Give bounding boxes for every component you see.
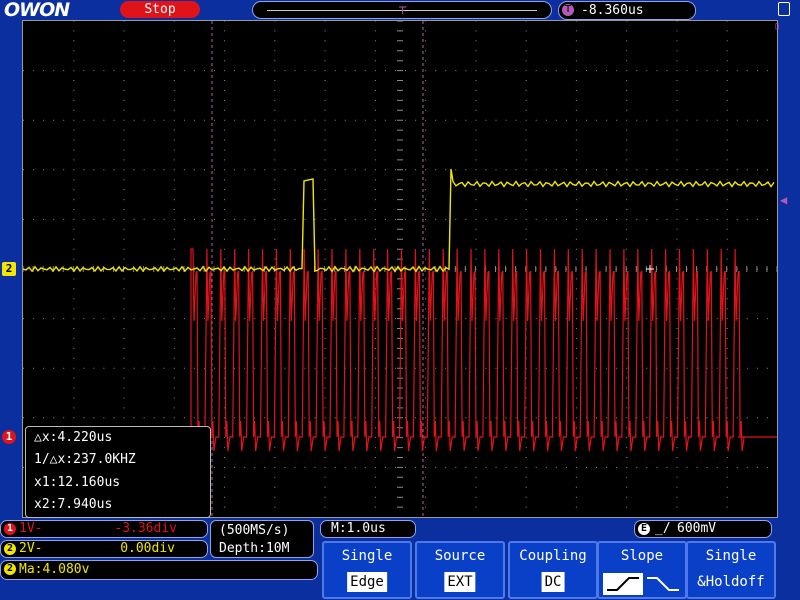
top-status-bar: OWON Stop ┬ T -8.360us [0,0,800,20]
trigger-status[interactable]: E _/ 600mV [634,520,772,538]
run-status-badge[interactable]: Stop [120,1,200,18]
memory-position-bar: ┬ [252,1,552,19]
ch1-position-marker[interactable]: 1 [2,430,16,444]
slope-rising-falling-icon [603,573,679,595]
trigger-position-readout: T -8.360us [558,1,696,20]
softkey-coupling-title: Coupling [519,548,587,564]
owon-logo: OWON [4,0,70,21]
ch2-status[interactable]: 2 2V- 0.00div [0,540,208,558]
ch1-offset: -3.36div [114,521,177,536]
softkey-trigger-mode-value: Edge [347,572,387,592]
softkey-coupling-value: DC [541,572,565,592]
center-crosshair [646,265,654,273]
trigger-top-marker-icon: ▯ [774,21,781,32]
ch1-scale: 1V- [19,521,43,536]
trigger-time-icon: T [562,4,574,16]
ch2-badge: 2 [4,543,16,555]
math-badge: 2 [4,563,16,575]
cursor-x2: x2:7.940us [34,497,113,512]
softkey-holdoff-title: Single [705,548,757,564]
cursor-x1: x1:12.160us [34,475,121,490]
ch2-position-marker[interactable]: 2 [2,262,16,276]
record-depth: Depth:10M [219,541,290,556]
timebase-status[interactable]: M:1.0us [320,520,416,538]
softkey-trigger-mode[interactable]: Single Edge [322,541,412,599]
softkey-source-title: Source [434,548,486,564]
math-status[interactable]: 2 Ma:4.080v [0,560,318,580]
trigger-point-marker-icon: ┬ [399,0,407,14]
cursor-delta-x: △x:4.220us [34,430,113,445]
trigger-source-badge: E [638,523,650,535]
softkey-holdoff[interactable]: Single &Holdoff [686,541,776,599]
trigger-position-value: -8.360us [581,3,644,18]
softkey-slope-title: Slope [620,548,664,564]
battery-icon [778,2,790,16]
softkey-holdoff-value: &Holdoff [697,574,765,590]
ch1-waveform [190,248,777,452]
acquisition-info: (500MS/s) Depth:10M [210,520,314,558]
ch2-offset: 0.00div [120,541,175,556]
softkey-trigger-mode-title: Single [341,548,393,564]
math-value: Ma:4.080v [19,562,90,577]
cursor-readout-panel: △x:4.220us 1/△x:237.0KHZ x1:12.160us x2:… [25,426,211,518]
softkey-coupling[interactable]: Coupling DC [508,541,598,599]
ch1-badge: 1 [4,523,16,535]
trigger-level-arrow-icon[interactable]: ◀ [780,193,787,207]
cursor-inverse-delta-x: 1/△x:237.0KHZ [34,452,136,467]
ch1-status[interactable]: 1 1V- -3.36div [0,520,208,538]
sample-rate: (500MS/s) [219,523,290,538]
rising-edge-icon: _/ [655,521,671,536]
softkey-slope[interactable]: Slope [597,541,687,599]
softkey-source[interactable]: Source EXT [415,541,505,599]
ch2-scale: 2V- [19,541,43,556]
trigger-level-value: 600mV [677,521,717,536]
ch2-waveform [23,168,775,273]
timebase-value: M:1.0us [331,521,386,536]
softkey-source-value: EXT [444,572,476,592]
